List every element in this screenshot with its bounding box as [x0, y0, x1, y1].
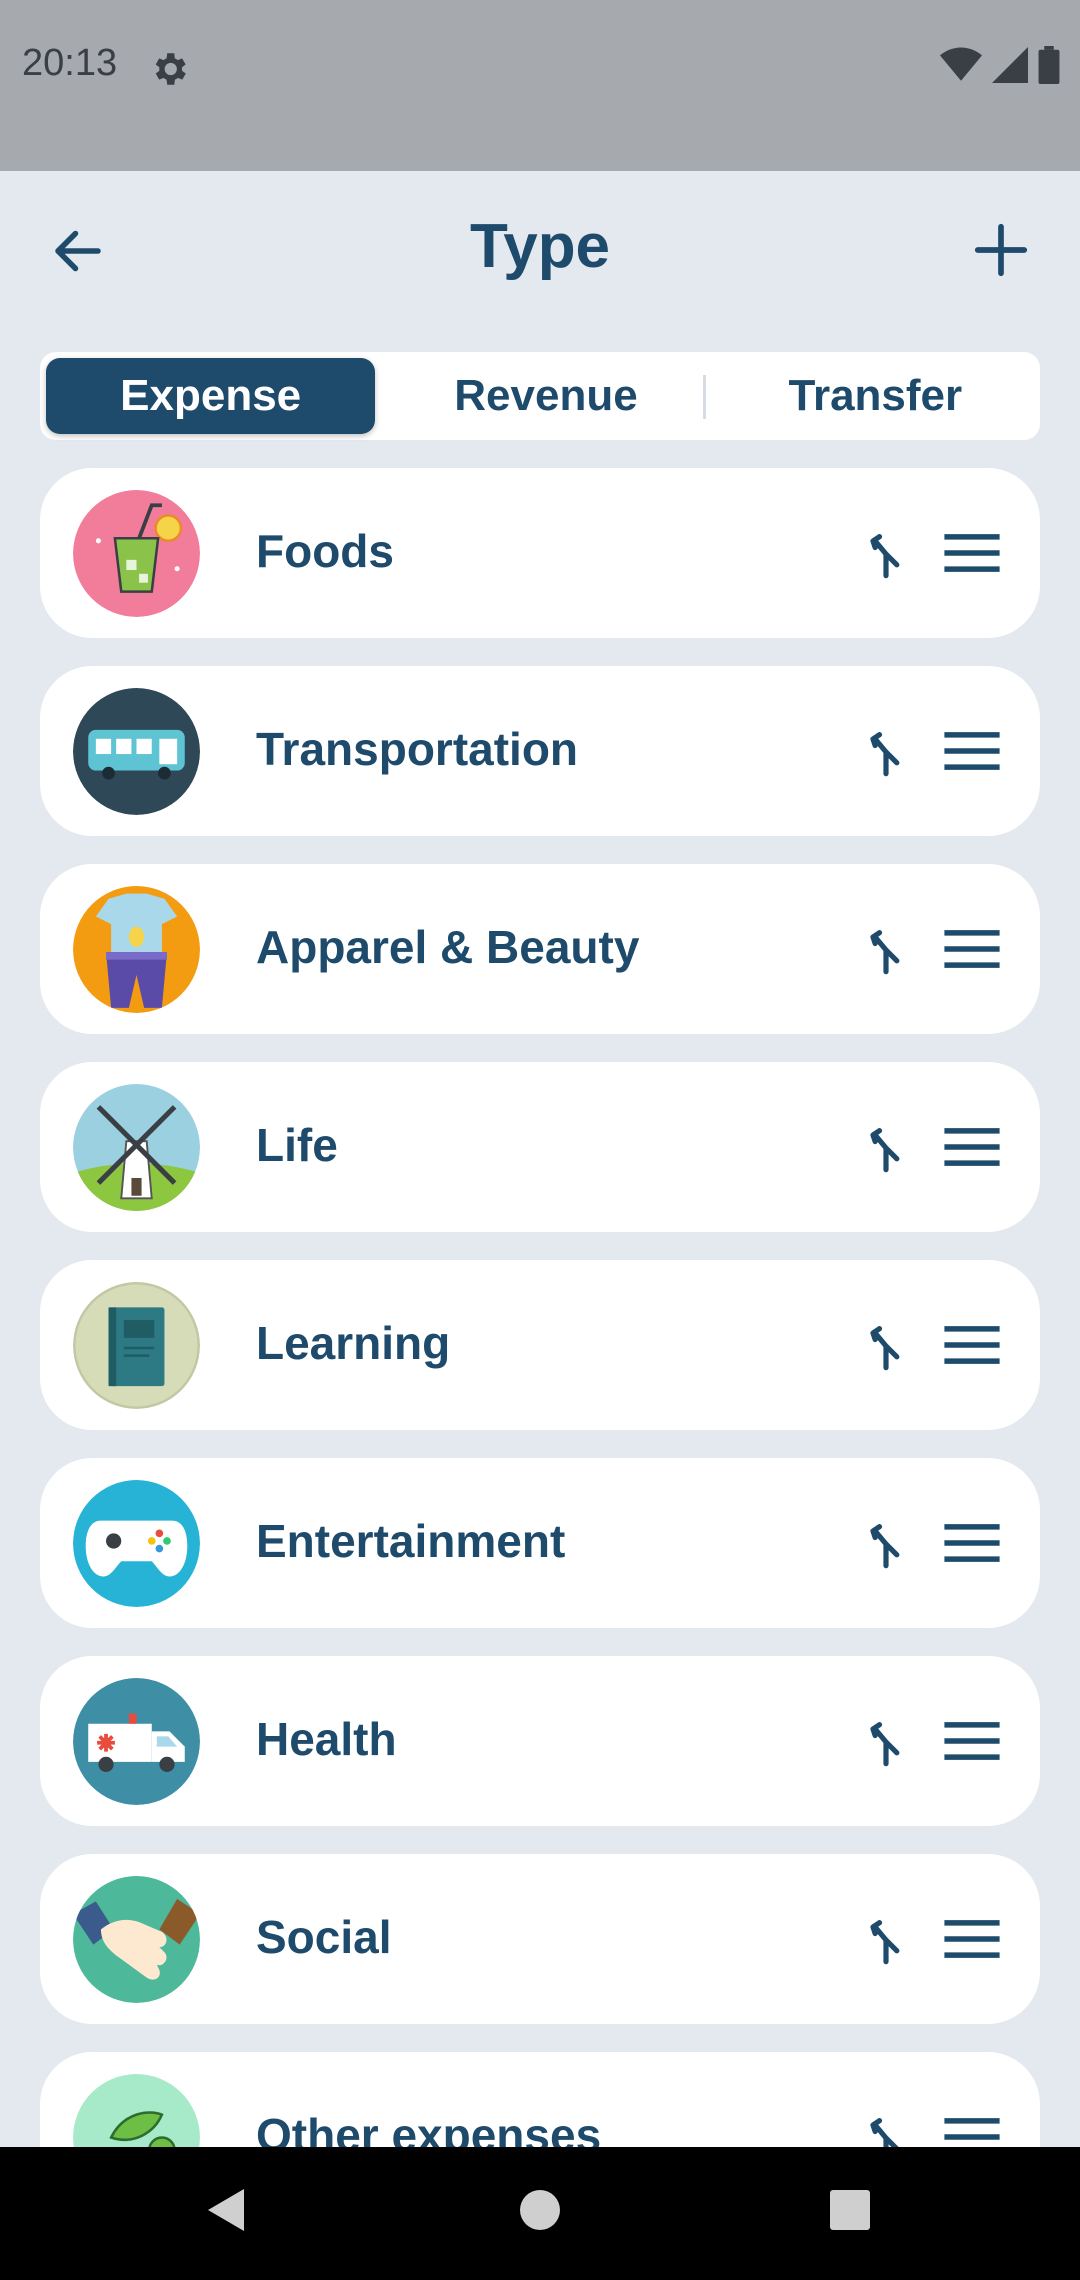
- status-bar: 20:13: [0, 0, 1080, 171]
- book-icon: [73, 1282, 200, 1409]
- drag-handle-icon[interactable]: [944, 728, 1000, 774]
- page-title: Type: [469, 212, 611, 281]
- merge-icon[interactable]: [860, 1318, 912, 1374]
- drink-icon: [73, 490, 200, 617]
- drag-handle-icon[interactable]: [944, 530, 1000, 576]
- tab-divider: [703, 375, 706, 419]
- navigation-bar: [0, 2147, 1080, 2280]
- signal-icon: [992, 47, 1028, 83]
- windmill-icon: [73, 1084, 200, 1211]
- drag-handle-icon[interactable]: [944, 926, 1000, 972]
- nav-recents-icon[interactable]: [828, 2185, 872, 2235]
- nav-back-icon[interactable]: [204, 2185, 248, 2235]
- category-item-health[interactable]: Health: [40, 1656, 1040, 1826]
- status-time: 20:13: [22, 42, 118, 84]
- category-label: Foods: [256, 525, 394, 577]
- category-label: Apparel & Beauty: [256, 921, 640, 973]
- drag-handle-icon[interactable]: [944, 1718, 1000, 1764]
- category-item-learning[interactable]: Learning: [40, 1260, 1040, 1430]
- settings-gear-icon: [155, 53, 186, 85]
- category-item-apparel-beauty[interactable]: Apparel & Beauty: [40, 864, 1040, 1034]
- drag-handle-icon[interactable]: [944, 1124, 1000, 1170]
- drag-handle-icon[interactable]: [944, 1322, 1000, 1368]
- wifi-icon: [940, 47, 982, 81]
- ambulance-icon: [73, 1678, 200, 1805]
- nav-home-icon[interactable]: [518, 2185, 562, 2235]
- category-label: Social: [256, 1911, 392, 1963]
- merge-icon[interactable]: [860, 1912, 912, 1968]
- category-label: Transportation: [256, 723, 579, 775]
- category-label: Health: [256, 1713, 397, 1765]
- app-bar: Type: [0, 171, 1080, 321]
- clothes-icon: [73, 886, 200, 1013]
- merge-icon[interactable]: [860, 1714, 912, 1770]
- merge-icon[interactable]: [860, 922, 912, 978]
- category-item-entertainment[interactable]: Entertainment: [40, 1458, 1040, 1628]
- category-label: Entertainment: [256, 1515, 566, 1567]
- category-item-foods[interactable]: Foods: [40, 468, 1040, 638]
- category-item-social[interactable]: Social: [40, 1854, 1040, 2024]
- category-item-transportation[interactable]: Transportation: [40, 666, 1040, 836]
- handshake-icon: [73, 1876, 200, 2003]
- category-label: Learning: [256, 1317, 451, 1369]
- drag-handle-icon[interactable]: [944, 1916, 1000, 1962]
- tab-expense[interactable]: Expense: [46, 358, 376, 434]
- merge-icon[interactable]: [860, 1516, 912, 1572]
- category-label: Life: [256, 1119, 338, 1171]
- gamepad-icon: [73, 1480, 200, 1607]
- type-tabs: Expense Revenue Transfer: [40, 352, 1040, 440]
- merge-icon[interactable]: [860, 724, 912, 780]
- tab-transfer[interactable]: Transfer: [711, 352, 1040, 440]
- drag-handle-icon[interactable]: [944, 1520, 1000, 1566]
- category-item-life[interactable]: Life: [40, 1062, 1040, 1232]
- battery-icon: [1038, 46, 1060, 84]
- bus-icon: [73, 688, 200, 815]
- tab-revenue[interactable]: Revenue: [381, 352, 710, 440]
- merge-icon[interactable]: [860, 526, 912, 582]
- add-plus-icon[interactable]: [970, 219, 1032, 281]
- merge-icon[interactable]: [860, 1120, 912, 1176]
